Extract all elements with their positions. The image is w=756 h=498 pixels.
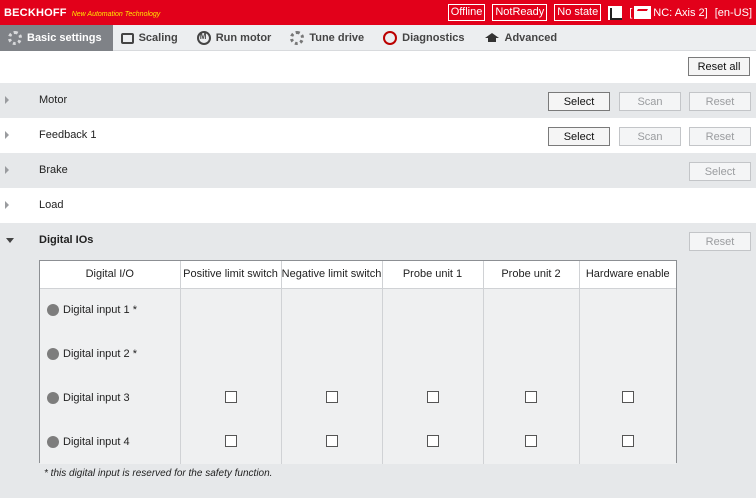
tab-label: Diagnostics xyxy=(402,32,465,44)
tab-basic-settings[interactable]: Basic settings xyxy=(0,25,113,51)
table-cell xyxy=(579,288,676,332)
title-bar: BECKHOFF New Automation Technology Offli… xyxy=(0,0,756,25)
positive-limit-checkbox[interactable] xyxy=(224,390,237,403)
status-offline: Offline xyxy=(447,4,486,21)
column-header: Probe unit 1 xyxy=(382,261,484,289)
feedback-select-button[interactable]: Select xyxy=(548,127,610,146)
expand-arrow-icon[interactable] xyxy=(5,96,9,104)
section-load[interactable]: Load xyxy=(0,188,756,223)
row-label: Digital input 2 * xyxy=(63,348,137,360)
tab-label: Tune drive xyxy=(309,32,365,44)
status-led-icon xyxy=(47,392,59,404)
gear-icon xyxy=(8,31,22,45)
table-row: Digital input 4 xyxy=(40,420,676,464)
safety-footnote: * this digital input is reserved for the… xyxy=(44,468,273,479)
motor-scan-button[interactable]: Scan xyxy=(619,92,681,111)
edit-icon[interactable] xyxy=(608,5,623,20)
section-feedback[interactable]: Feedback 1 Select Scan Reset xyxy=(0,118,756,153)
digital-io-table: Digital I/O Positive limit switch Negati… xyxy=(39,260,677,464)
table-cell xyxy=(281,288,383,332)
table-cell xyxy=(382,288,484,332)
probe-unit-1-checkbox[interactable] xyxy=(426,390,439,403)
table-cell xyxy=(180,288,282,332)
row-label: Digital input 1 * xyxy=(63,304,137,317)
axis-icon xyxy=(634,6,652,19)
diagnostics-icon xyxy=(383,31,398,45)
language-selector[interactable]: [en-US] xyxy=(715,7,752,19)
tab-advanced[interactable]: Advanced xyxy=(476,25,569,51)
axis-name: NC: Axis 2] xyxy=(653,6,708,19)
tab-label: Run motor xyxy=(215,32,272,44)
column-header: Hardware enable xyxy=(579,261,676,289)
probe-unit-2-checkbox[interactable] xyxy=(525,434,537,447)
section-label: Load xyxy=(39,199,64,211)
section-digital-ios[interactable]: Digital IOs Reset xyxy=(0,223,756,258)
table-cell xyxy=(579,332,676,376)
section-brake[interactable]: Brake Select xyxy=(0,153,756,188)
tab-tune-drive[interactable]: Tune drive xyxy=(282,25,375,51)
expand-arrow-icon[interactable] xyxy=(5,131,9,139)
status-group: Offline NotReady No state [ NC: Axis 2] … xyxy=(447,4,752,21)
beckhoff-logo: BECKHOFF New Automation Technology xyxy=(4,7,160,19)
brand-name: BECKHOFF xyxy=(4,6,67,19)
probe-unit-1-checkbox[interactable] xyxy=(426,434,439,447)
section-label: Motor xyxy=(39,94,68,106)
probe-unit-2-checkbox[interactable] xyxy=(525,390,537,403)
status-led-icon xyxy=(47,436,59,448)
digital-ios-reset-button[interactable]: Reset xyxy=(689,232,751,251)
section-label: Feedback 1 xyxy=(39,129,97,141)
positive-limit-checkbox[interactable] xyxy=(224,434,237,447)
status-state: No state xyxy=(554,4,602,21)
tab-label: Scaling xyxy=(138,32,178,44)
section-label: Digital IOs xyxy=(39,234,94,246)
global-toolbar: Reset all xyxy=(0,51,756,83)
row-label: Digital input 4 xyxy=(63,436,130,448)
tab-run-motor[interactable]: Run motor xyxy=(189,25,283,51)
tab-bar: Basic settings Scaling Run motor Tune dr… xyxy=(0,25,756,51)
motor-reset-button[interactable]: Reset xyxy=(689,92,751,111)
table-cell xyxy=(483,332,580,376)
brand-tagline: New Automation Technology xyxy=(71,10,161,18)
column-header: Digital I/O xyxy=(40,261,181,289)
negative-limit-checkbox[interactable] xyxy=(325,434,338,447)
axis-bracket: [ xyxy=(629,6,633,19)
expand-arrow-icon[interactable] xyxy=(5,166,9,174)
tab-label: Basic settings xyxy=(27,32,102,44)
brake-select-button[interactable]: Select xyxy=(689,162,751,181)
table-row: Digital input 2 * xyxy=(40,332,676,376)
table-cell xyxy=(180,332,282,376)
negative-limit-checkbox[interactable] xyxy=(325,390,338,403)
hardware-enable-checkbox[interactable] xyxy=(621,390,634,403)
graduation-cap-icon xyxy=(484,33,500,43)
tab-scaling[interactable]: Scaling xyxy=(113,25,189,51)
tab-diagnostics[interactable]: Diagnostics xyxy=(375,25,475,51)
feedback-scan-button[interactable]: Scan xyxy=(619,127,681,146)
status-led-icon xyxy=(47,348,59,360)
hardware-enable-checkbox[interactable] xyxy=(621,434,634,447)
motor-icon xyxy=(196,31,211,45)
scaling-icon xyxy=(120,32,134,44)
tab-label: Advanced xyxy=(504,32,558,44)
feedback-reset-button[interactable]: Reset xyxy=(689,127,751,146)
status-led-icon xyxy=(47,304,59,317)
gears-icon xyxy=(290,31,305,45)
axis-selector[interactable]: [ NC: Axis 2] xyxy=(629,6,708,19)
column-header: Negative limit switch xyxy=(281,261,383,289)
reset-all-button[interactable]: Reset all xyxy=(688,57,750,76)
motor-select-button[interactable]: Select xyxy=(548,92,610,111)
table-cell xyxy=(281,332,383,376)
table-cell xyxy=(382,332,484,376)
expand-arrow-icon[interactable] xyxy=(5,201,9,209)
section-motor[interactable]: Motor Select Scan Reset xyxy=(0,83,756,118)
table-cell xyxy=(483,288,580,332)
table-header-row: Digital I/O Positive limit switch Negati… xyxy=(40,261,676,289)
table-row: Digital input 1 * xyxy=(40,288,676,332)
collapse-arrow-icon[interactable] xyxy=(6,238,14,243)
row-label: Digital input 3 xyxy=(63,392,130,404)
table-row: Digital input 3 xyxy=(40,376,676,420)
column-header: Probe unit 2 xyxy=(483,261,580,289)
section-label: Brake xyxy=(39,164,68,176)
status-notready: NotReady xyxy=(492,4,548,21)
column-header: Positive limit switch xyxy=(180,261,282,289)
